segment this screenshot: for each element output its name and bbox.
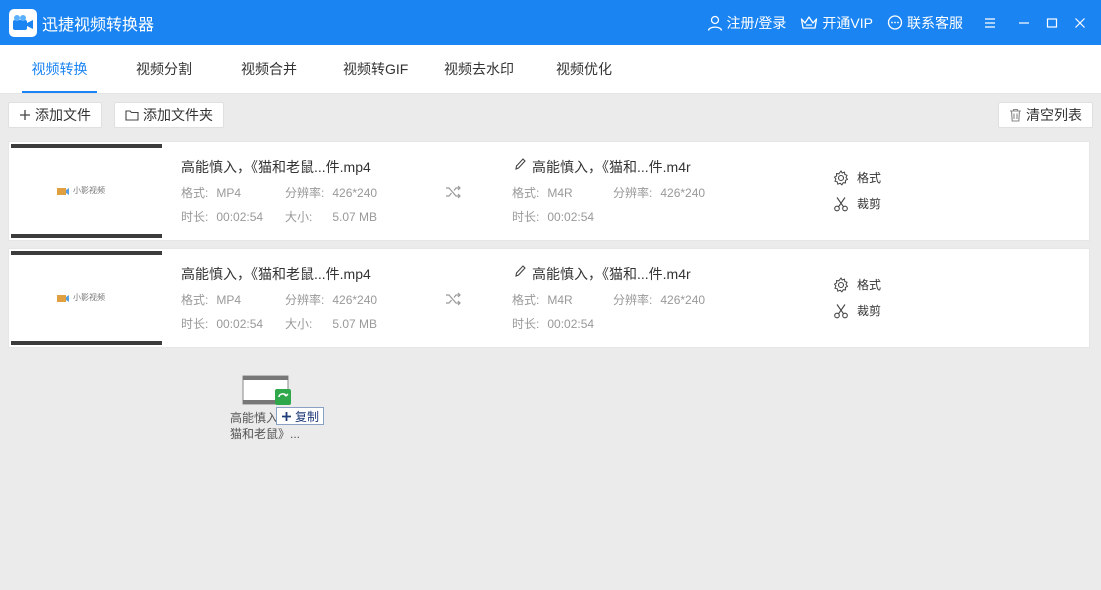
watermark-text: 小影视频 [73,186,105,195]
dragged-file-label-line2: 猫和老鼠》... [230,427,301,441]
trim-label: 裁剪 [857,197,882,211]
tab-video-optimize[interactable]: 视频优化 [556,44,612,93]
scissors-icon [834,303,848,318]
tab-remove-watermark[interactable]: 视频去水印 [444,44,514,93]
folder-icon [125,110,139,121]
crown-icon [801,15,818,29]
output-resolution: 分辨率: 426*240 [613,186,706,200]
tab-video-split[interactable]: 视频分割 [136,44,192,93]
user-icon [707,15,722,31]
main-tabs: 视频转换 视频分割 视频合并 视频转GIF 视频去水印 视频优化 [0,45,1101,94]
app-title: 迅捷视频转换器 [42,16,155,34]
clear-list-button[interactable]: 清空列表 [998,102,1093,128]
vip-label: 开通VIP [822,14,873,31]
format-label: 格式 [857,171,882,185]
input-file-name: 高能慎入，《猫和老鼠...件.mp4 [181,159,371,175]
login-button[interactable]: 注册/登录 [707,13,787,33]
tab-label: 视频分割 [136,60,192,77]
watermark-logo: 小影视频 [56,185,105,196]
input-size: 大小: 5.07 MB [285,210,378,224]
scissors-icon [834,196,848,211]
plus-icon [20,110,30,120]
output-duration: 时长: 00:02:54 [512,317,595,331]
maximize-icon[interactable] [1041,17,1063,29]
trim-button[interactable]: 裁剪 [833,302,881,319]
trim-button[interactable]: 裁剪 [833,195,881,212]
tab-video-merge[interactable]: 视频合并 [241,44,297,93]
format-button[interactable]: 格式 [833,276,881,293]
edit-pencil-icon[interactable] [514,264,526,278]
copy-label: 复制 [295,409,320,424]
add-file-label: 添加文件 [35,107,91,123]
gear-icon [833,276,849,293]
tab-label: 视频转换 [31,60,88,77]
tab-label: 视频优化 [556,60,612,77]
camera-icon [57,294,69,302]
trim-label: 裁剪 [857,304,882,318]
login-label: 注册/登录 [726,14,787,31]
output-format: 格式: M4R [512,186,573,200]
close-icon[interactable] [1069,17,1091,29]
format-label: 格式 [857,278,882,292]
title-bar: 迅捷视频转换器 注册/登录 开通VIP 联系客服 [0,0,1101,45]
file-row[interactable]: 小影视频 高能慎入，《猫和老鼠...件.mp4 格式: MP4 分辨率: 426*2… [8,248,1090,348]
app-logo-icon [9,8,37,37]
add-folder-label: 添加文件夹 [143,107,213,123]
input-resolution: 分辨率: 426*240 [285,293,378,307]
tab-label: 视频去水印 [444,60,514,77]
gear-icon [833,169,849,186]
output-duration: 时长: 00:02:54 [512,210,595,224]
video-thumbnail: 小影视频 [11,251,162,345]
add-folder-button[interactable]: 添加文件夹 [114,102,224,128]
watermark-text: 小影视频 [73,293,105,302]
output-file-name[interactable]: 高能慎入，《猫和...件.m4r [532,264,691,284]
tab-label: 视频合并 [241,60,297,77]
edit-pencil-icon[interactable] [514,157,526,171]
convert-arrow-icon [446,292,461,306]
camera-icon [57,187,69,195]
convert-arrow-icon [446,185,461,199]
input-duration: 时长: 00:02:54 [181,210,264,224]
format-button[interactable]: 格式 [833,169,881,186]
clear-list-label: 清空列表 [1026,107,1082,123]
vip-button[interactable]: 开通VIP [800,13,873,33]
input-file-name: 高能慎入，《猫和老鼠...件.mp4 [181,266,371,282]
plus-icon [282,411,291,421]
watermark-logo: 小影视频 [56,292,105,303]
menu-icon[interactable] [979,17,1001,29]
input-format: 格式: MP4 [181,186,242,200]
add-file-button[interactable]: 添加文件 [8,102,102,128]
input-duration: 时长: 00:02:54 [181,317,264,331]
file-row[interactable]: 小影视频 高能慎入，《猫和老鼠...件.mp4 格式: MP4 分辨率: 426*2… [8,141,1090,241]
chat-icon [887,14,903,30]
tab-video-to-gif[interactable]: 视频转GIF [343,44,408,93]
customer-service-button[interactable]: 联系客服 [887,13,963,33]
minimize-icon[interactable] [1013,17,1035,29]
tab-video-convert[interactable]: 视频转换 [22,44,97,93]
output-resolution: 分辨率: 426*240 [613,293,706,307]
copy-tooltip: 复制 [276,407,325,425]
service-label: 联系客服 [907,14,963,31]
input-size: 大小: 5.07 MB [285,317,378,331]
tab-label: 视频转GIF [343,60,409,77]
output-file-name[interactable]: 高能慎入，《猫和...件.m4r [532,157,691,177]
dragged-video-file-icon [242,375,291,405]
video-thumbnail: 小影视频 [11,144,162,238]
trash-icon [1010,108,1021,122]
output-format: 格式: M4R [512,293,573,307]
input-format: 格式: MP4 [181,293,242,307]
input-resolution: 分辨率: 426*240 [285,186,378,200]
